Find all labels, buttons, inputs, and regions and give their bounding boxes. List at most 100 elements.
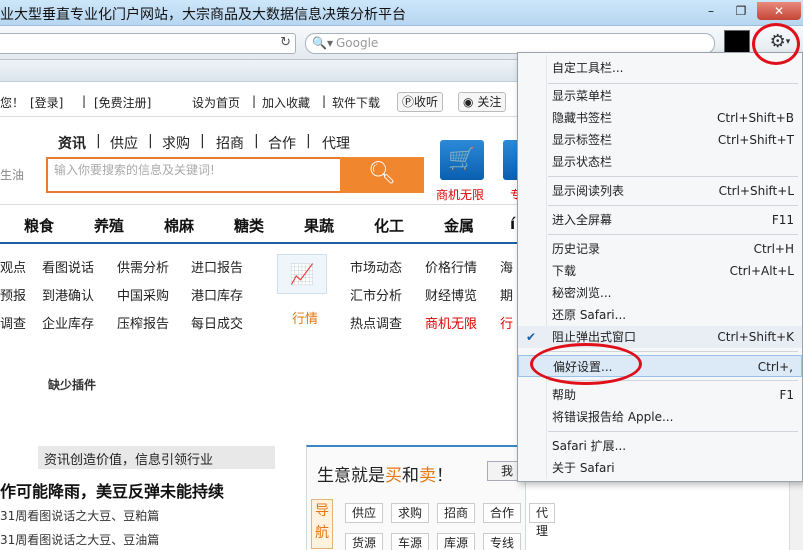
- grid-link[interactable]: 中国采购: [117, 285, 169, 304]
- divider: |: [252, 94, 257, 108]
- menu-item-show-reading-list[interactable]: 显示阅读列表 Ctrl+Shift+L: [518, 180, 802, 202]
- guide-label: 导航: [311, 499, 333, 549]
- menu-item-about-safari[interactable]: 关于 Safari: [518, 457, 802, 479]
- annotation-circle: [530, 343, 642, 385]
- grid-link[interactable]: 行: [500, 313, 513, 332]
- tab-investment[interactable]: 招商: [216, 133, 244, 153]
- search-icon[interactable]: 🔍︎: [340, 157, 424, 193]
- grid-link[interactable]: 到港确认: [42, 285, 94, 304]
- tag-supply[interactable]: 供应: [345, 503, 384, 523]
- tab-cooperate[interactable]: 合作: [268, 133, 296, 153]
- tag-goods[interactable]: 货源: [345, 533, 384, 550]
- search-placeholder: Google: [335, 36, 379, 50]
- reload-icon[interactable]: ↻: [280, 35, 291, 50]
- grid-link[interactable]: 商机无限: [425, 313, 477, 332]
- category-sugar[interactable]: 糖类: [234, 215, 264, 236]
- grid-link[interactable]: 热点调查: [350, 313, 402, 332]
- menu-item-fullscreen[interactable]: 进入全屏幕 F11: [518, 209, 802, 231]
- menu-item-private-browsing[interactable]: 秘密浏览...: [518, 282, 802, 304]
- grid-link[interactable]: 供需分析: [117, 257, 169, 276]
- grid-link[interactable]: 海: [500, 257, 513, 276]
- divider: |: [82, 94, 87, 108]
- software-download-link[interactable]: 软件下载: [332, 94, 380, 111]
- news-item[interactable]: 31周看图说话之大豆、豆油篇: [0, 531, 159, 548]
- category-metal[interactable]: 金属: [444, 215, 474, 236]
- menu-item-help[interactable]: 帮助 F1: [518, 384, 802, 406]
- cart-label[interactable]: 商机无限: [436, 186, 484, 203]
- grid-link[interactable]: 观点: [0, 257, 26, 276]
- set-homepage-link[interactable]: 设为首页: [192, 94, 240, 111]
- minimize-button[interactable]: –: [698, 2, 724, 20]
- grid-link[interactable]: 进口报告: [191, 257, 243, 276]
- menu-item-history[interactable]: 历史记录 Ctrl+H: [518, 238, 802, 260]
- magnifier-icon: 🔍▾: [312, 36, 333, 50]
- grid-link[interactable]: 每日成交: [191, 313, 243, 332]
- business-box: 生意就是买和卖！ 我 导航 供应 求购 招商 合作 代理 货源 车源 库源 专线: [306, 445, 556, 550]
- category-grain[interactable]: 粮食: [24, 215, 54, 236]
- tag-investment[interactable]: 招商: [437, 503, 476, 523]
- grid-link[interactable]: 期: [500, 285, 513, 304]
- headline-link[interactable]: 作可能降雨，美豆反弹未能持续: [0, 478, 224, 502]
- menu-item-hide-bookmarks-bar[interactable]: 隐藏书签栏 Ctrl+Shift+B: [518, 107, 802, 129]
- category-fruit-veg[interactable]: 果蔬: [304, 215, 334, 236]
- menu-item-safari-extensions[interactable]: Safari 扩展...: [518, 435, 802, 457]
- search-input[interactable]: 🔍▾ Google: [305, 33, 715, 54]
- site-search-input[interactable]: 输入你要搜索的信息及关键词!: [46, 157, 342, 193]
- grid-link[interactable]: 汇市分析: [350, 285, 402, 304]
- tab-purchase[interactable]: 求购: [162, 133, 190, 153]
- divider: |: [200, 133, 205, 149]
- news-item[interactable]: 31周看图说话之大豆、豆粕篇: [0, 507, 159, 524]
- cart-icon[interactable]: 🛒: [440, 140, 484, 180]
- menu-item-customize-toolbar[interactable]: 自定工具栏...: [518, 57, 802, 79]
- menu-item-downloads[interactable]: 下载 Ctrl+Alt+L: [518, 260, 802, 282]
- grid-link[interactable]: 港口库存: [191, 285, 243, 304]
- close-button[interactable]: ✕: [757, 2, 801, 20]
- divider: |: [254, 133, 259, 149]
- divider: |: [306, 133, 311, 149]
- tag-warehouse[interactable]: 库源: [437, 533, 476, 550]
- category-chemical[interactable]: 化工: [374, 215, 404, 236]
- market-label[interactable]: 行情: [292, 308, 318, 327]
- header-divider: [0, 116, 520, 117]
- grid-link[interactable]: 预报: [0, 285, 26, 304]
- tag-purchase[interactable]: 求购: [391, 503, 430, 523]
- tag-cooperate[interactable]: 合作: [483, 503, 522, 523]
- add-favorite-link[interactable]: 加入收藏: [262, 94, 310, 111]
- menu-item-show-menubar[interactable]: 显示菜单栏: [518, 85, 802, 107]
- grid-link[interactable]: 调查: [0, 313, 26, 332]
- tag-routes[interactable]: 专线: [483, 533, 522, 550]
- login-link[interactable]: [登录]: [30, 94, 63, 111]
- menu-item-report-bug[interactable]: 将错误报告给 Apple...: [518, 406, 802, 428]
- grid-link[interactable]: 价格行情: [425, 257, 477, 276]
- grid-link[interactable]: 压榨报告: [117, 313, 169, 332]
- divider: |: [322, 94, 327, 108]
- grid-link[interactable]: 看图说话: [42, 257, 94, 276]
- tab-agent[interactable]: 代理: [322, 133, 350, 153]
- grid-link[interactable]: 市场动态: [350, 257, 402, 276]
- chart-icon[interactable]: 📈: [277, 254, 327, 294]
- tag-agent[interactable]: 代理: [529, 503, 556, 538]
- register-link[interactable]: [免费注册]: [94, 94, 151, 111]
- follow-label: 关注: [477, 95, 502, 109]
- category-cotton[interactable]: 棉麻: [164, 215, 194, 236]
- divider: |: [148, 133, 153, 149]
- category-more[interactable]: í: [510, 215, 515, 233]
- address-bar[interactable]: ↻: [0, 33, 296, 54]
- menu-item-reset-safari[interactable]: 还原 Safari...: [518, 304, 802, 326]
- tab-supply[interactable]: 供应: [110, 133, 138, 153]
- tag-vehicles[interactable]: 车源: [391, 533, 430, 550]
- side-label: 生油: [0, 168, 25, 182]
- menu-item-show-status-bar[interactable]: 显示状态栏: [518, 151, 802, 173]
- follow-button[interactable]: ◉ 关注: [458, 92, 507, 112]
- grid-link[interactable]: 财经博览: [425, 285, 477, 304]
- listen-button[interactable]: Ⓟ收听: [397, 92, 444, 112]
- window-title: 业大型垂直专业化门户网站，大宗商品及大数据信息决策分析平台: [0, 7, 406, 23]
- category-breeding[interactable]: 养殖: [94, 215, 124, 236]
- tab-news[interactable]: 资讯: [58, 133, 86, 153]
- maximize-button[interactable]: ❐: [728, 2, 754, 20]
- business-title: 生意就是买和卖！: [317, 466, 453, 486]
- menu-item-show-tab-bar[interactable]: 显示标签栏 Ctrl+Shift+T: [518, 129, 802, 151]
- missing-plugin-notice: 缺少插件: [48, 378, 97, 392]
- weibo-icon: ◉: [463, 95, 474, 109]
- grid-link[interactable]: 企业库存: [42, 313, 94, 332]
